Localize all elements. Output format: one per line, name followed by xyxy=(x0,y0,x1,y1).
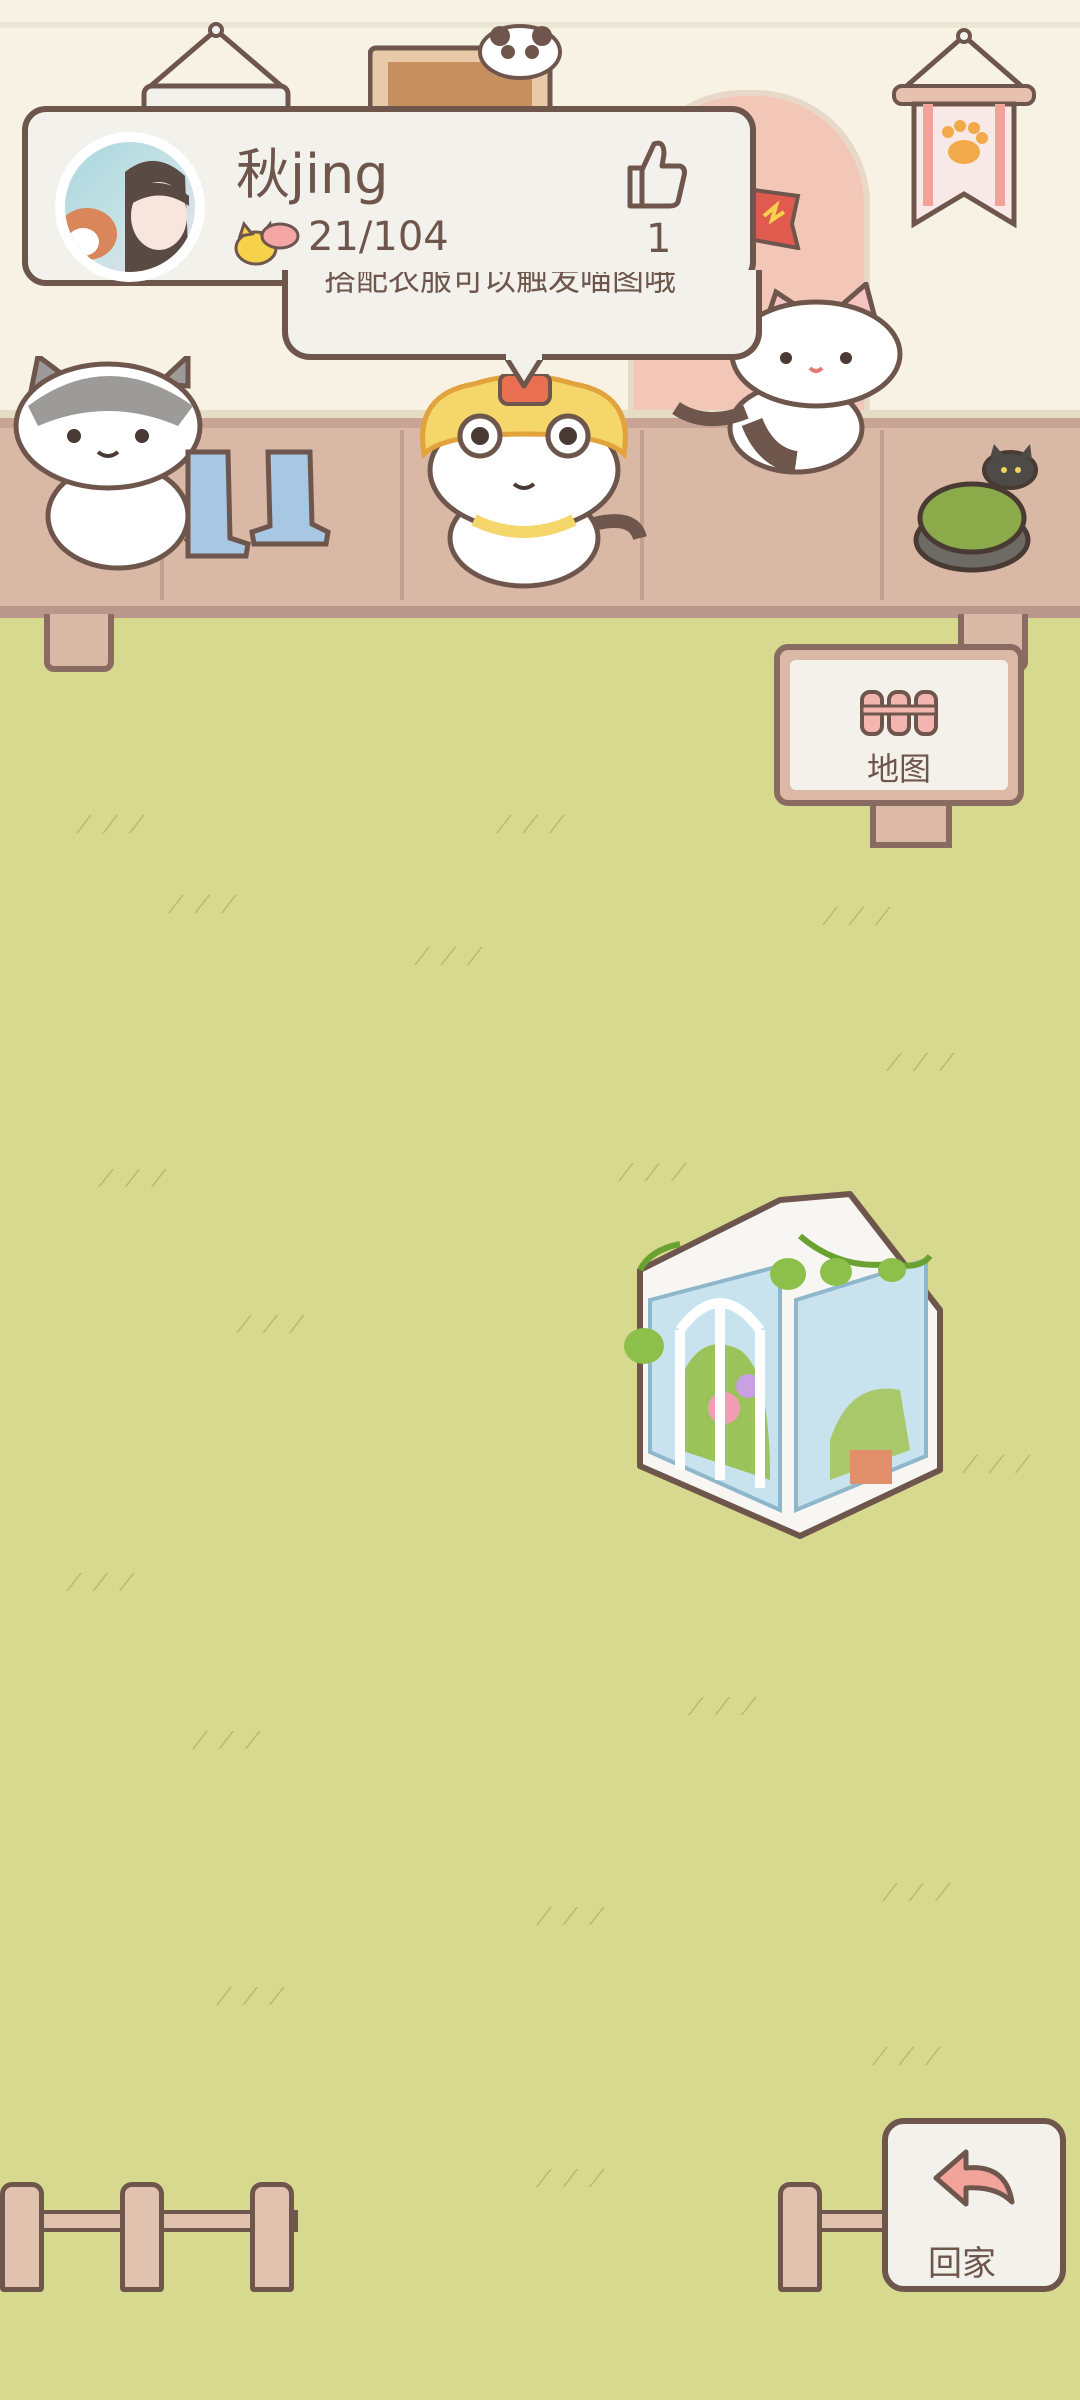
grass-tuft: / / / xyxy=(64,1570,143,1595)
grass-tuft: / / / xyxy=(534,1904,613,1929)
grass-tuft: / / / xyxy=(214,1984,293,2009)
hanging-frame xyxy=(141,22,291,120)
grass-tuft: / / / xyxy=(96,1166,175,1191)
grass-tuft: / / / xyxy=(166,892,245,917)
lion-dance-cat[interactable] xyxy=(404,374,648,594)
grass-tuft: / / / xyxy=(884,1050,963,1075)
deck-leg xyxy=(44,614,114,672)
grass-tuft: / / / xyxy=(870,2044,949,2069)
fence-post xyxy=(120,2182,164,2292)
rain-boots[interactable] xyxy=(178,448,338,560)
grass-tuft: / / / xyxy=(74,812,153,837)
grass-tuft: / / / xyxy=(190,1728,269,1753)
greenhouse[interactable] xyxy=(620,1180,950,1550)
thumbs-up-icon[interactable] xyxy=(622,136,688,212)
grass-tuft: / / / xyxy=(686,1694,765,1719)
fence-map-icon xyxy=(860,690,938,736)
grass-tuft: / / / xyxy=(616,1160,695,1185)
grass-tuft: / / / xyxy=(234,1312,313,1337)
panda-picture-frame xyxy=(368,24,562,114)
like-count: 1 xyxy=(646,216,672,262)
grass-tuft: / / / xyxy=(960,1452,1039,1477)
grass-tuft: / / / xyxy=(880,1880,959,1905)
ribbon-decoration xyxy=(752,187,801,250)
grass-tuft: / / / xyxy=(820,904,899,929)
return-arrow-icon xyxy=(933,2149,1015,2207)
fence-post xyxy=(0,2182,44,2292)
paw-banner-icon xyxy=(892,28,1036,229)
cat-bed[interactable] xyxy=(912,444,1052,576)
cat-fish-icon xyxy=(234,220,300,266)
player-name: 秋jing xyxy=(236,143,389,206)
speech-bubble-tail xyxy=(501,354,547,389)
fish-count: 21/104 xyxy=(308,214,449,260)
map-label: 地图 xyxy=(866,750,931,788)
fence-post xyxy=(250,2182,294,2292)
avatar[interactable] xyxy=(65,142,195,272)
speech-bubble-text: 搭配衣服可以触发喵图哦 xyxy=(324,272,677,298)
grass-tuft: / / / xyxy=(494,812,573,837)
grass-tuft: / / / xyxy=(412,944,491,969)
home-label: 回家 xyxy=(928,2244,996,2284)
avatar-portrait xyxy=(65,160,189,272)
fence-post xyxy=(778,2182,822,2292)
grass-tuft: / / / xyxy=(534,2166,613,2191)
